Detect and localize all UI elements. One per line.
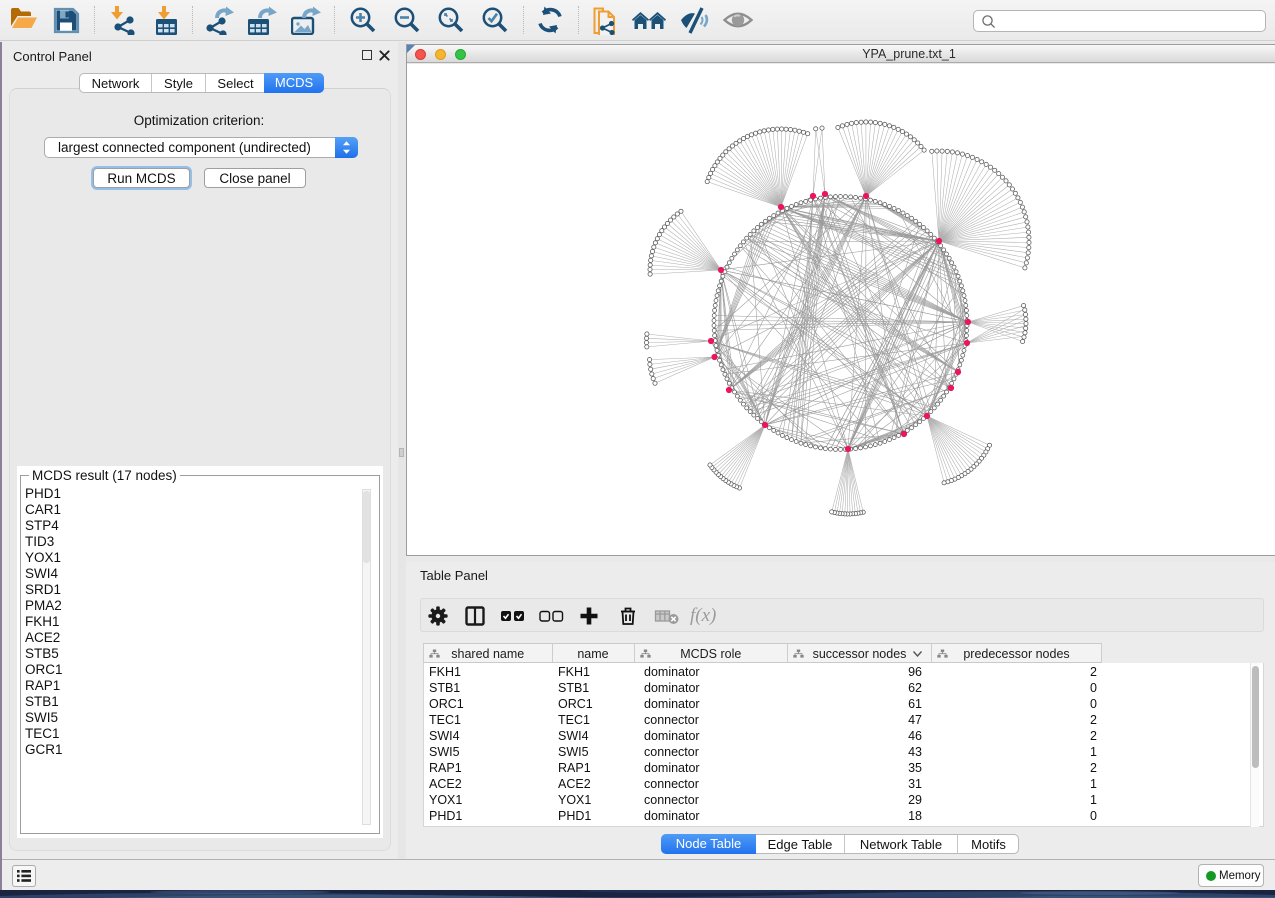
svg-text:f(x): f(x) [690,605,716,626]
